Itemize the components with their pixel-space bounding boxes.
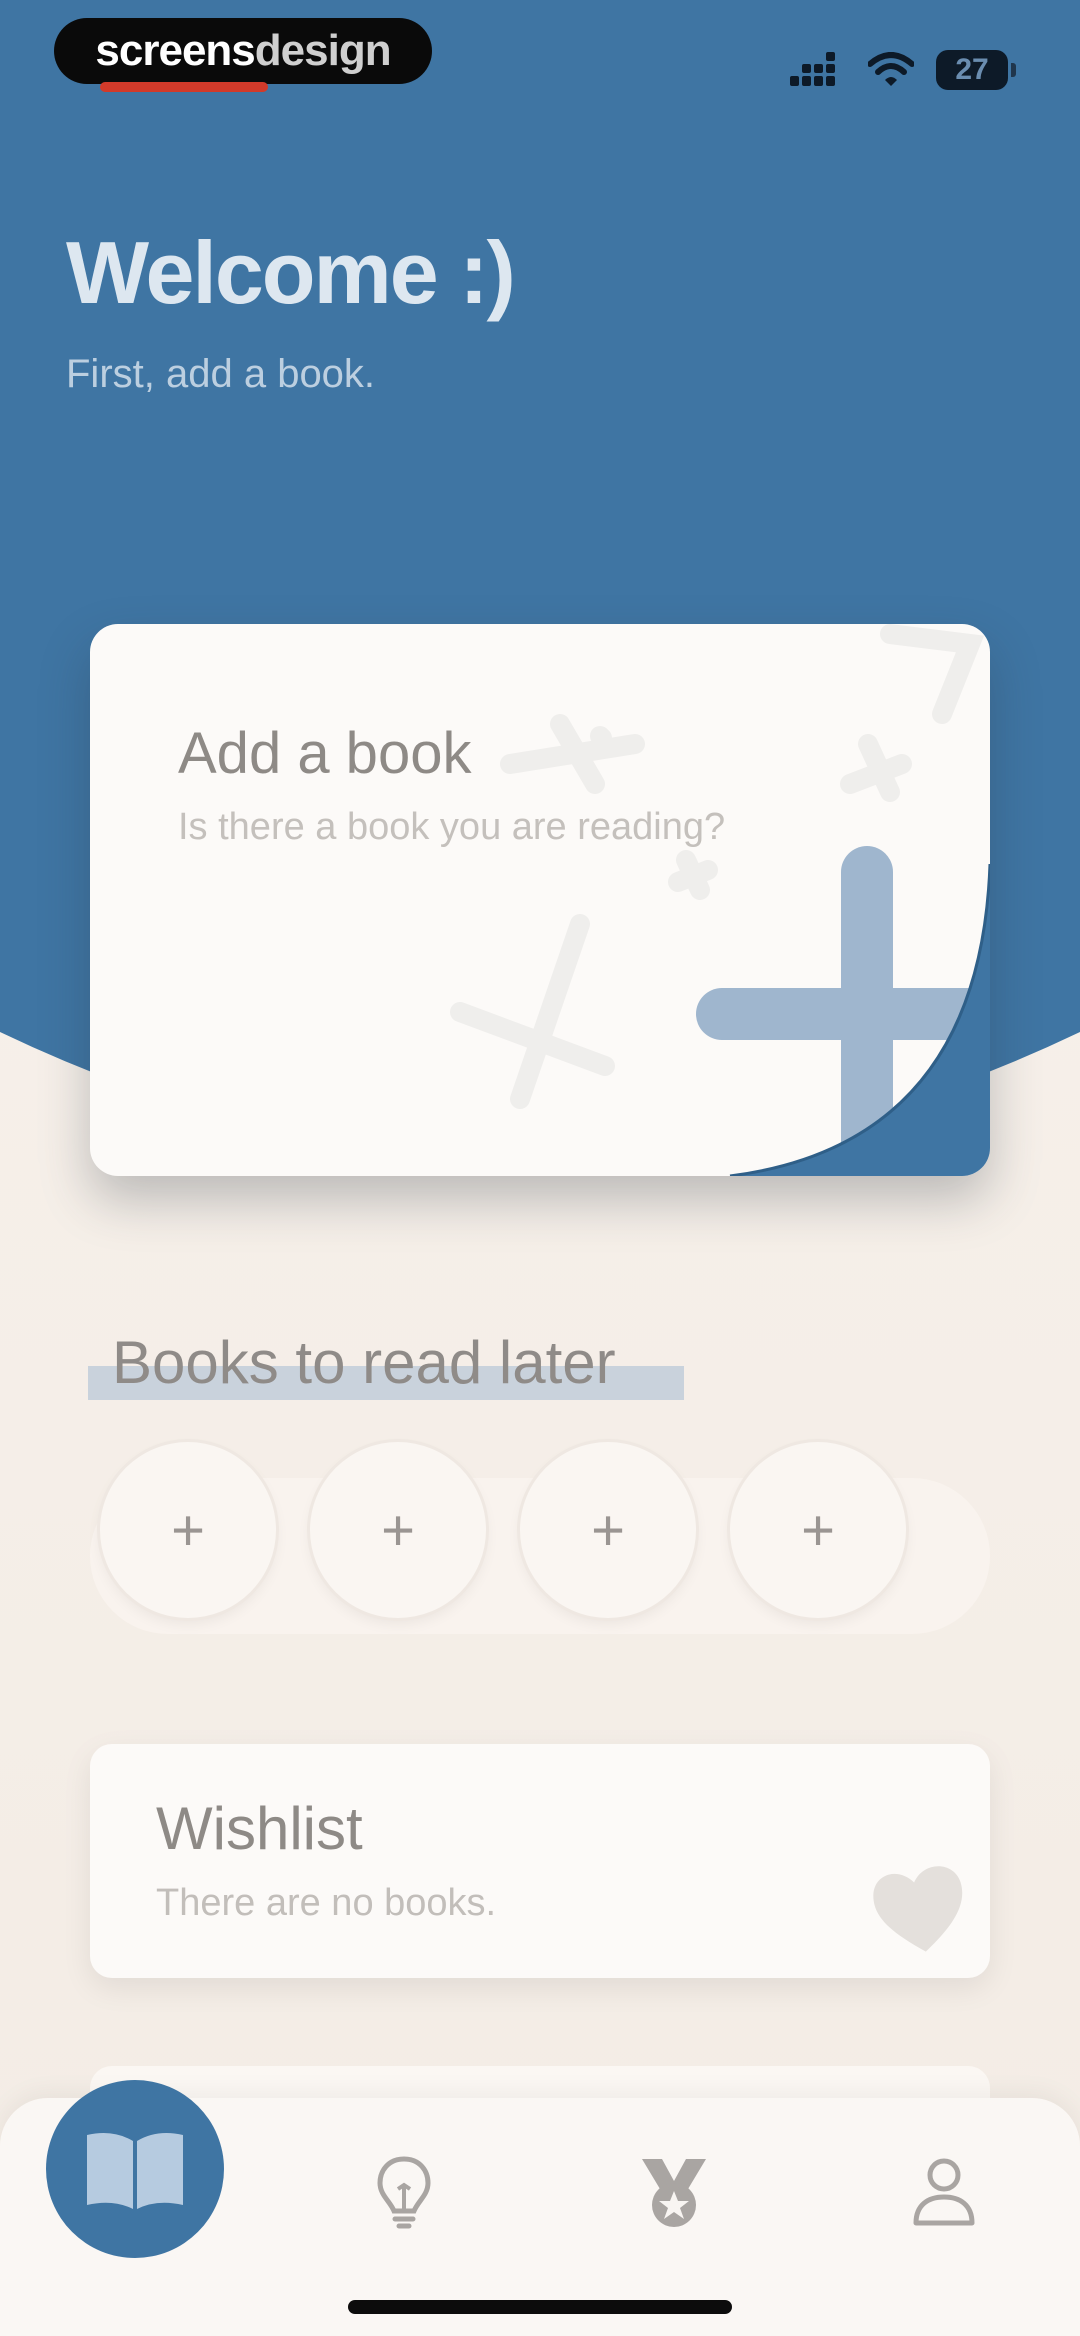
add-read-later-slot-4[interactable]: + <box>730 1442 906 1618</box>
battery-level: 27 <box>955 53 989 86</box>
screensdesign-watermark: screens design <box>54 18 432 84</box>
add-book-card[interactable]: Add a book Is there a book you are readi… <box>90 624 990 1176</box>
medal-icon <box>642 2159 706 2227</box>
lightbulb-icon <box>377 2156 431 2229</box>
card-decoration <box>450 624 990 1176</box>
wishlist-card[interactable]: Wishlist There are no books. <box>90 1744 990 1978</box>
tab-ideas[interactable] <box>344 2132 464 2252</box>
add-read-later-slot-1[interactable]: + <box>100 1442 276 1618</box>
welcome-title: Welcome :) <box>66 223 516 322</box>
tab-profile[interactable] <box>884 2132 1004 2252</box>
cellular-signal-icon <box>790 52 835 86</box>
wishlist-title: Wishlist <box>156 1795 363 1862</box>
watermark-part1: screens <box>95 26 255 75</box>
open-book-icon <box>87 2133 183 2209</box>
read-later-title: Books to read later <box>112 1329 616 1396</box>
add-book-subtitle: Is there a book you are reading? <box>178 806 726 848</box>
person-icon <box>913 2158 975 2226</box>
app-screen: screens design 27 Welcome :) First, add a… <box>0 0 1080 2336</box>
add-book-title: Add a book <box>178 721 472 786</box>
add-read-later-slot-3[interactable]: + <box>520 1442 696 1618</box>
status-bar: 27 <box>790 50 1016 90</box>
recording-indicator <box>100 82 268 92</box>
tab-library[interactable] <box>46 2080 224 2258</box>
tab-achievements[interactable] <box>614 2132 734 2252</box>
wifi-icon <box>868 52 914 86</box>
home-indicator[interactable] <box>348 2300 732 2314</box>
watermark-part2: design <box>254 26 392 75</box>
wishlist-subtitle: There are no books. <box>156 1882 497 1924</box>
welcome-subtitle: First, add a book. <box>66 352 376 396</box>
heart-icon <box>873 1866 963 1952</box>
add-read-later-slot-2[interactable]: + <box>310 1442 486 1618</box>
battery-icon: 27 <box>936 50 1016 90</box>
